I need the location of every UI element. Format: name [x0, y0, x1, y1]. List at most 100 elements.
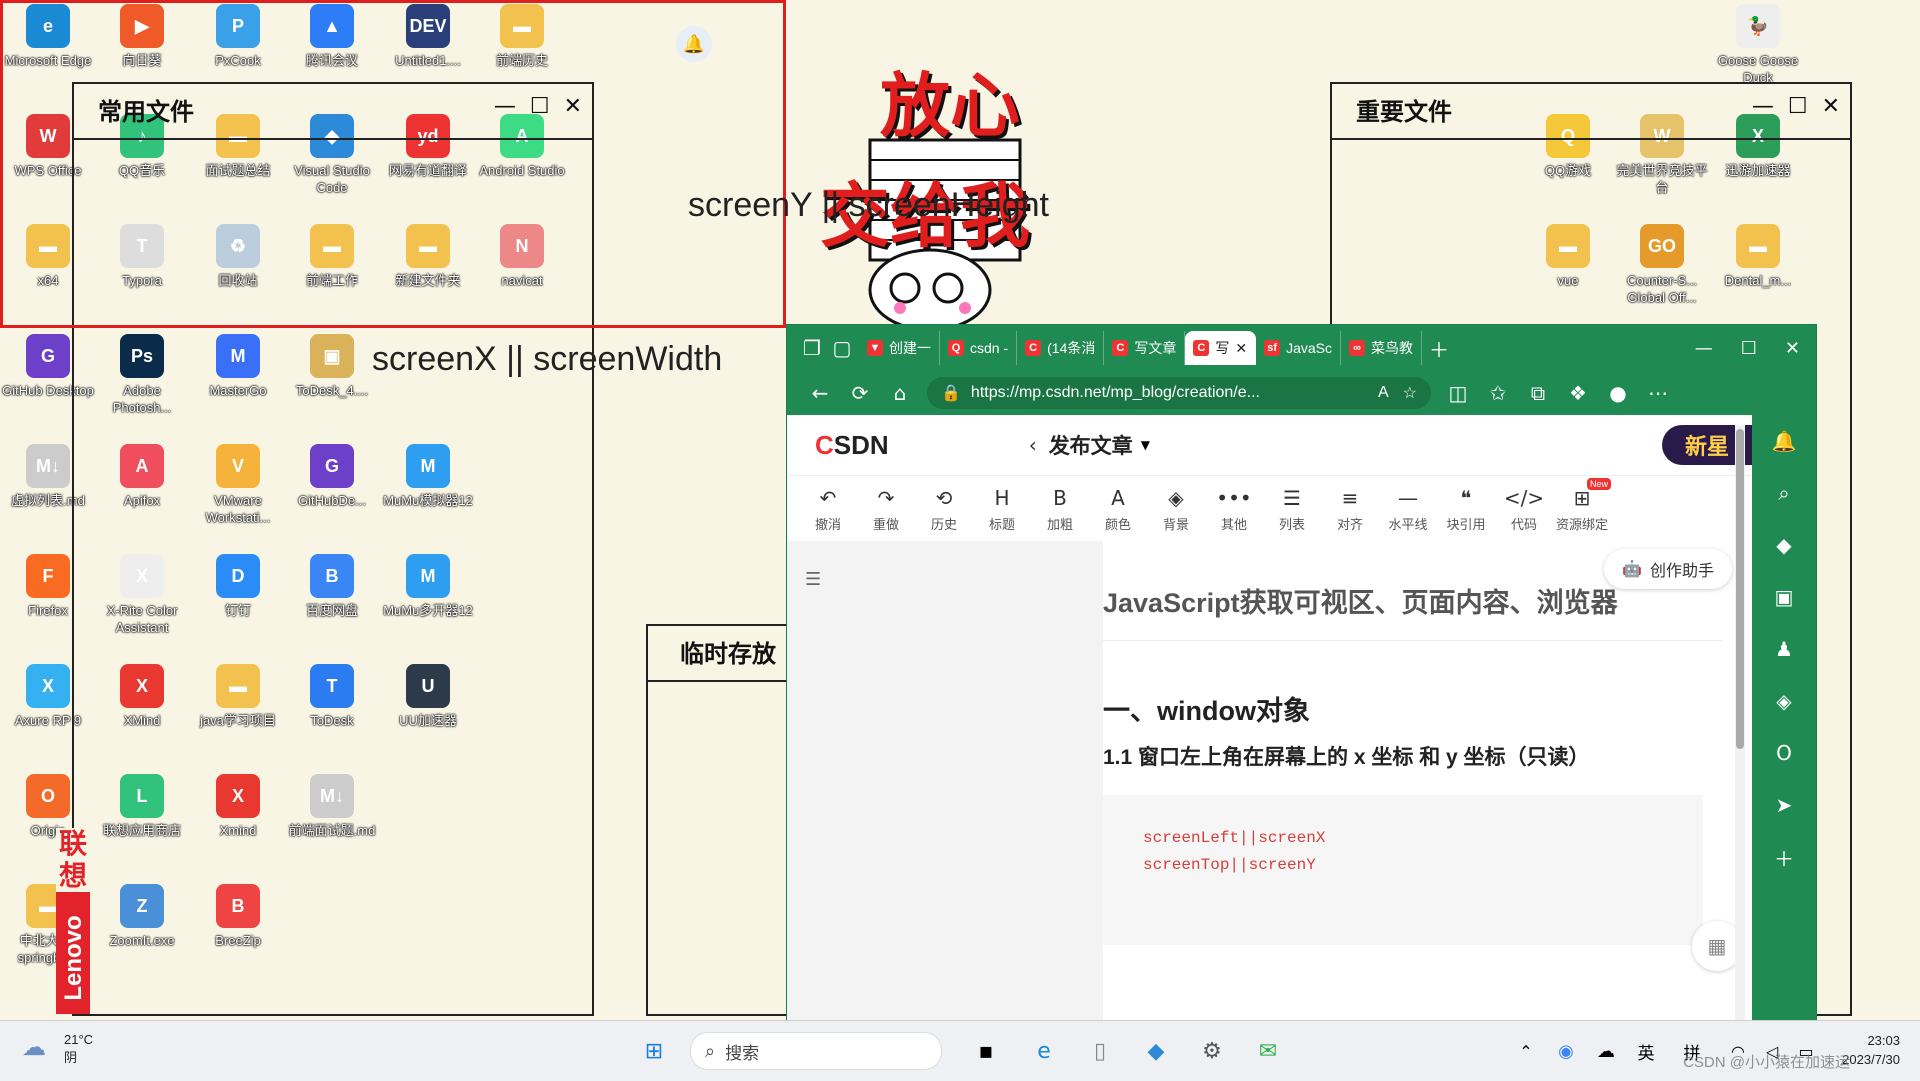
toolbar-button[interactable]: ◈ 背景 [1147, 486, 1205, 533]
outlook-icon[interactable]: O [1752, 727, 1816, 779]
copilot-icon[interactable]: ◈ [1752, 675, 1816, 727]
url-input[interactable]: 🔒 https://mp.csdn.net/mp_blog/creation/e… [927, 377, 1431, 409]
tab-label: csdn - [970, 340, 1009, 356]
desktop-icon[interactable]: 🦆 Goose Goose Duck [1710, 4, 1806, 86]
toolbar-button[interactable]: ☰ 列表 [1263, 486, 1321, 533]
wechat-taskbar-icon[interactable]: ✉ [1250, 1033, 1286, 1069]
vscode-taskbar-icon[interactable]: ◆ [1138, 1033, 1174, 1069]
scrollbar[interactable] [1735, 425, 1745, 1021]
start-icon[interactable]: ⊞ [636, 1033, 672, 1069]
toolbar-button[interactable]: — 水平线 [1379, 486, 1437, 533]
workspaces-icon[interactable]: ❐ [799, 336, 825, 360]
toolbar-button[interactable]: </> 代码 [1495, 486, 1553, 533]
fence-title: 重要文件 [1356, 99, 1452, 126]
toolbar-button[interactable]: ≡ 对齐 [1321, 486, 1379, 533]
settings-taskbar-icon[interactable]: ⚙ [1194, 1033, 1230, 1069]
article-paper[interactable]: 🤖 创作助手 JavaScript获取可视区、页面内容、浏览器 一、window对… [1103, 541, 1752, 1021]
tab-label: 菜鸟教 [1371, 340, 1414, 356]
collections-icon[interactable]: ⧉ [1525, 381, 1551, 405]
browser-tab[interactable]: sf JavaSc [1256, 331, 1342, 365]
favorites-icon[interactable]: ✩ [1485, 381, 1511, 405]
browser-tab[interactable]: ∞ 菜鸟教 [1341, 331, 1423, 365]
tab-bar: ❐ ▢ ▼ 创建一 Qcsdn - C (14条消 C 写文章 C 写 ✕ sf JavaSc ∞ 菜鸟教… [787, 325, 1816, 371]
games-icon[interactable]: ♟ [1752, 623, 1816, 675]
refresh-icon[interactable]: ⟳ [847, 381, 873, 405]
toolbar-icon: ◈ [1168, 485, 1184, 510]
toolbar-button[interactable]: ❝ 块引用 [1437, 486, 1495, 533]
task-view-icon[interactable]: ▪ [968, 1033, 1004, 1069]
toolbar-button[interactable]: ↷ 重做 [857, 486, 915, 533]
read-aloud-icon[interactable]: A [1378, 384, 1389, 402]
chevron-up-icon[interactable]: ⌃ [1508, 1033, 1544, 1069]
toolbar-button[interactable]: B 加粗 [1031, 486, 1089, 533]
tray-app-icon[interactable]: ◉ [1548, 1033, 1584, 1069]
toolbar-label: 撤消 [814, 516, 841, 532]
browser-tab[interactable]: Qcsdn - [940, 331, 1018, 365]
profile-avatar-icon[interactable]: ● [1605, 381, 1631, 405]
notification-bell-icon[interactable]: 🔔 [676, 26, 712, 62]
screen-region-highlight [0, 0, 786, 328]
toolbar-icon: ❝ [1460, 485, 1472, 510]
toolbar-button[interactable]: ↶ 撤消 [799, 486, 857, 533]
clock-date: 2023/7/30 [1842, 1052, 1900, 1067]
back-chevron-icon[interactable]: ‹ [1029, 433, 1037, 457]
home-icon[interactable]: ⌂ [887, 381, 913, 405]
favorite-star-icon[interactable]: ☆ [1403, 383, 1417, 403]
browser-tab[interactable]: C 写文章 [1104, 331, 1186, 365]
app-icon: M↓ [26, 444, 70, 488]
browser-tab[interactable]: C 写 ✕ [1185, 331, 1257, 365]
article-title-input[interactable]: JavaScript获取可视区、页面内容、浏览器 [1103, 581, 1723, 641]
toolbar-icon: ⟲ [935, 485, 953, 510]
tab-actions-icon[interactable]: ▢ [829, 336, 855, 360]
lenovo-label: 联想 [56, 828, 90, 892]
outline-toggle-icon[interactable]: ☰ [805, 569, 821, 590]
back-icon[interactable]: ← [807, 381, 833, 405]
more-menu-icon[interactable]: ⋯ [1645, 381, 1671, 405]
toolbar-label: 水平线 [1388, 516, 1428, 532]
split-screen-icon[interactable]: ◫ [1445, 381, 1471, 405]
notepad-taskbar-icon[interactable]: ▯ [1082, 1033, 1118, 1069]
annotation-screen-x: screenX || screenWidth [372, 340, 723, 378]
weather-widget[interactable]: 21°C 阴 [64, 1031, 93, 1067]
close-icon[interactable]: ✕ [1785, 338, 1800, 359]
toolbar-button[interactable]: ••• 其他 [1205, 486, 1263, 533]
page-title[interactable]: 发布文章 [1049, 430, 1133, 460]
maximize-icon[interactable]: ☐ [1788, 94, 1808, 119]
toolbar-label: 块引用 [1446, 516, 1486, 532]
toolbar-label: 背景 [1162, 516, 1189, 532]
new-tab-icon[interactable]: ＋ [1426, 334, 1452, 363]
browser-tab[interactable]: C (14条消 [1017, 331, 1105, 365]
browser-tab[interactable]: ▼ 创建一 [859, 331, 940, 365]
bell-icon[interactable]: 🔔 [1752, 415, 1816, 467]
tag-icon[interactable]: ◆ [1752, 519, 1816, 571]
add-icon[interactable]: ＋ [1752, 831, 1816, 883]
clock[interactable]: 23:03 2023/7/30 [1842, 1031, 1900, 1069]
toolbar-button[interactable]: A 颜色 [1089, 486, 1147, 533]
onedrive-icon[interactable]: ☁ [1588, 1033, 1624, 1069]
minimize-icon[interactable]: — [1695, 338, 1713, 359]
search-icon[interactable]: ⌕ [1752, 467, 1816, 519]
toolbar-button[interactable]: H 标题 [973, 486, 1031, 533]
search-input[interactable]: ⌕ 搜索 [690, 1032, 942, 1070]
toolbar-icon: H [994, 485, 1010, 510]
close-tab-icon[interactable]: ✕ [1235, 340, 1247, 357]
extensions-icon[interactable]: ❖ [1565, 381, 1591, 405]
edge-taskbar-icon[interactable]: e [1026, 1033, 1062, 1069]
minimize-icon[interactable]: — [1752, 94, 1774, 119]
weather-cloud-icon[interactable]: ☁ [22, 1033, 46, 1061]
scrollbar-thumb[interactable] [1736, 429, 1744, 749]
close-icon[interactable]: ✕ [1822, 94, 1840, 119]
csdn-logo[interactable]: CSDN [815, 430, 889, 461]
tab-label: JavaSc [1286, 340, 1333, 356]
ime-language[interactable]: 英 [1628, 1033, 1664, 1069]
toolbar-button[interactable]: ⊞ 资源绑定 New [1553, 477, 1611, 533]
send-icon[interactable]: ➤ [1752, 779, 1816, 831]
toolbar-button[interactable]: ⟲ 历史 [915, 486, 973, 533]
toolbox-icon[interactable]: ▣ [1752, 571, 1816, 623]
chevron-down-icon[interactable]: ▼ [1141, 438, 1150, 452]
tab-favicon-icon: C [1193, 340, 1210, 356]
url-text: https://mp.csdn.net/mp_blog/creation/e..… [970, 384, 1260, 401]
maximize-icon[interactable]: ☐ [1741, 338, 1757, 359]
code-block[interactable]: screenLeft||screenX screenTop||screenY [1103, 795, 1703, 945]
toolbar-label: 列表 [1278, 516, 1305, 532]
